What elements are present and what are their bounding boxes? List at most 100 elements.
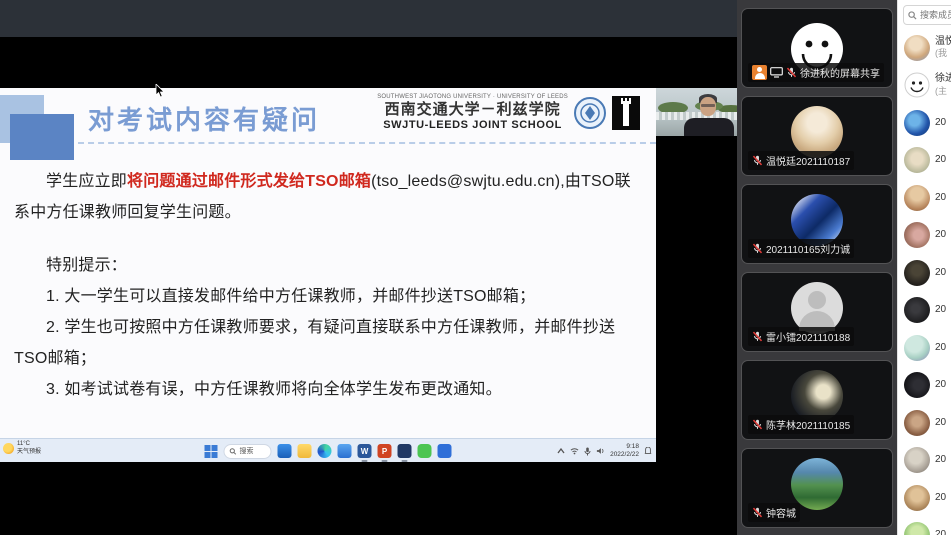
screen-share-icon xyxy=(770,67,783,78)
avatar xyxy=(904,260,930,286)
school-name-cn: 西南交通大学－利兹学院 xyxy=(377,101,568,119)
participant-video-sidebar: 徐进秋的屏幕共享 温悦廷2021110187 2021110165刘力诚 雷小镭… xyxy=(737,0,897,535)
member-search-input[interactable] xyxy=(920,10,951,20)
avatar xyxy=(904,147,930,173)
tile-label: 陈芓林2021110185 xyxy=(748,415,854,434)
avatar xyxy=(904,222,930,248)
tile-participant-2[interactable]: 2021110165刘力诚 xyxy=(741,184,893,264)
member-row[interactable]: 20 xyxy=(898,217,951,255)
start-button[interactable] xyxy=(205,445,218,458)
avatar xyxy=(904,297,930,323)
leeds-tower-icon xyxy=(612,96,640,130)
member-name: 20 xyxy=(935,117,946,130)
system-tray: 9:18 2022/2/22 xyxy=(557,439,652,463)
tile-label: 雷小镭2021110188 xyxy=(748,327,854,346)
tile-label: 2021110165刘力诚 xyxy=(748,239,854,258)
clock-date: 2022/2/22 xyxy=(610,451,639,459)
meeting-app-icon[interactable] xyxy=(438,444,452,458)
avatar xyxy=(904,335,930,361)
word-icon[interactable]: W xyxy=(358,444,372,458)
shared-screen-top-bar xyxy=(0,0,737,37)
notification-icon[interactable] xyxy=(644,447,652,455)
avatar xyxy=(904,410,930,436)
member-row[interactable]: 20 xyxy=(898,367,951,405)
office-app-icon[interactable] xyxy=(398,444,412,458)
member-row[interactable]: 20 xyxy=(898,179,951,217)
para1-pre: 学生应立即 xyxy=(46,173,127,190)
member-row[interactable]: 20 xyxy=(898,404,951,442)
member-row[interactable]: 20 xyxy=(898,329,951,367)
participant-name: 雷小镭2021110188 xyxy=(766,329,850,344)
member-search-box[interactable] xyxy=(903,5,951,25)
member-row[interactable]: 20 xyxy=(898,292,951,330)
mic-muted-icon xyxy=(752,419,763,430)
taskbar-clock[interactable]: 9:18 2022/2/22 xyxy=(610,443,639,460)
member-name: 20 xyxy=(935,267,946,280)
tray-chevron-up-icon[interactable] xyxy=(557,448,565,454)
volume-icon[interactable] xyxy=(596,447,605,455)
presenter-webcam-video[interactable] xyxy=(656,88,737,136)
member-row[interactable]: 徐进(主 xyxy=(898,67,951,105)
camera-app-icon[interactable] xyxy=(338,444,352,458)
tile-participant-3[interactable]: 雷小镭2021110188 xyxy=(741,272,893,352)
avatar xyxy=(904,185,930,211)
slide-tip-2: 2. 学生也可按照中方任课教师要求，有疑问直接联系中方任课教师，并邮件抄送TSO… xyxy=(14,312,646,374)
taskbar-weather-widget[interactable]: 11°C 天气预报 xyxy=(3,441,41,457)
weather-temperature: 11°C xyxy=(17,441,41,449)
shared-screen-area: 对考试内容有疑问 SOUTHWEST JIAOTONG UNIVERSITY ·… xyxy=(0,0,737,535)
member-row[interactable]: 20 xyxy=(898,254,951,292)
participant-name: 钟容城 xyxy=(766,505,796,520)
member-row[interactable]: 温悦(我 xyxy=(898,29,951,67)
avatar xyxy=(904,447,930,473)
slide-body: 学生应立即将问题通过邮件形式发给TSO邮箱(tso_leeds@swjtu.ed… xyxy=(14,166,646,405)
member-role: (主 xyxy=(935,86,951,97)
tile-label: 钟容城 xyxy=(748,503,800,522)
presentation-slide: 对考试内容有疑问 SOUTHWEST JIAOTONG UNIVERSITY ·… xyxy=(0,88,656,438)
tile-screen-share[interactable]: 徐进秋的屏幕共享 xyxy=(741,8,893,88)
presenter-glasses xyxy=(701,104,715,107)
slide-tip-title: 特别提示： xyxy=(14,250,646,281)
member-name: 20 xyxy=(935,229,946,242)
member-row[interactable]: 20 xyxy=(898,104,951,142)
member-row[interactable]: 20 xyxy=(898,479,951,517)
member-row[interactable]: 20 xyxy=(898,142,951,180)
file-explorer-icon[interactable] xyxy=(278,444,292,458)
edge-browser-icon[interactable] xyxy=(318,444,332,458)
tile-label: 徐进秋的屏幕共享 xyxy=(748,63,884,82)
member-name: 温悦 xyxy=(935,36,951,49)
member-rows: 温悦(我 徐进(主 20 20 20 20 20 20 20 20 20 20 … xyxy=(898,29,951,535)
member-name: 20 xyxy=(935,529,946,535)
member-name: 20 xyxy=(935,304,946,317)
slide-title: 对考试内容有疑问 xyxy=(88,100,320,137)
mic-tray-icon[interactable] xyxy=(584,447,591,456)
tile-participant-1[interactable]: 温悦廷2021110187 xyxy=(741,96,893,176)
member-role: (我 xyxy=(935,48,951,59)
member-row[interactable]: 20 xyxy=(898,442,951,480)
search-icon xyxy=(230,448,237,455)
para1-highlight-red: 将问题通过邮件形式发给TSO邮箱 xyxy=(127,173,371,190)
member-list-panel: 温悦(我 徐进(主 20 20 20 20 20 20 20 20 20 20 … xyxy=(897,0,951,535)
tile-participant-4[interactable]: 陈芓林2021110185 xyxy=(741,360,893,440)
member-name: 20 xyxy=(935,192,946,205)
avatar xyxy=(904,35,930,61)
slide-title-divider xyxy=(78,142,656,144)
smiley-avatar-icon xyxy=(904,72,930,98)
member-name: 20 xyxy=(935,417,946,430)
member-name: 20 xyxy=(935,154,946,167)
member-row[interactable]: 20 xyxy=(898,517,951,535)
school-name-en: SWJTU-LEEDS JOINT SCHOOL xyxy=(377,119,568,132)
powerpoint-icon[interactable]: P xyxy=(378,444,392,458)
presenter-badge-icon xyxy=(752,65,767,80)
mouse-cursor xyxy=(155,84,165,98)
weather-sun-icon xyxy=(3,443,14,454)
taskbar-search-box[interactable]: 搜索 xyxy=(224,444,272,459)
presenter-torso xyxy=(684,118,734,136)
tile-participant-5[interactable]: 钟容城 xyxy=(741,448,893,528)
folder-icon[interactable] xyxy=(298,444,312,458)
wechat-icon[interactable] xyxy=(418,444,432,458)
mic-muted-icon xyxy=(752,155,763,166)
mic-muted-icon xyxy=(752,243,763,254)
slide-paragraph-1: 学生应立即将问题通过邮件形式发给TSO邮箱(tso_leeds@swjtu.ed… xyxy=(14,166,646,228)
network-icon[interactable] xyxy=(570,447,579,455)
school-logo-header: SOUTHWEST JIAOTONG UNIVERSITY · UNIVERSI… xyxy=(377,94,640,132)
